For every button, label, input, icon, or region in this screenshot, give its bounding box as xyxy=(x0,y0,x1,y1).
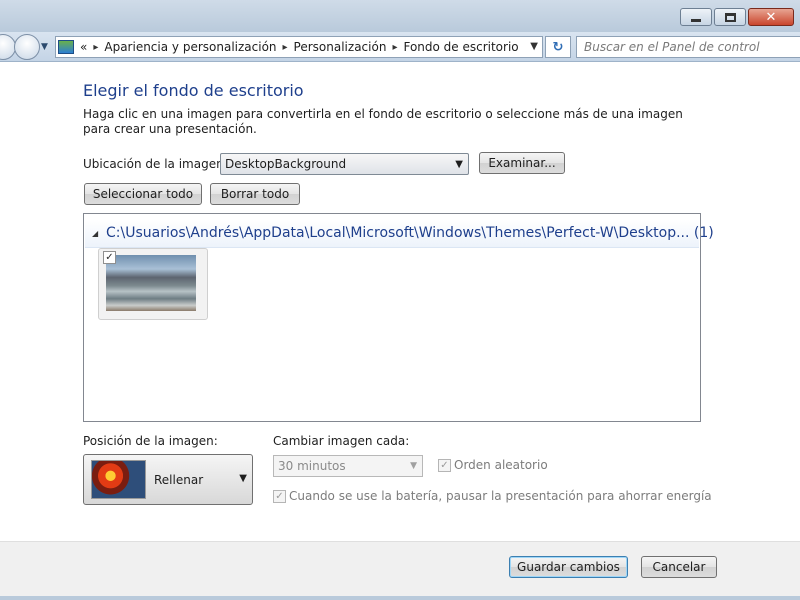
footer-bar: Guardar cambios Cancelar xyxy=(0,541,800,596)
wallpaper-image xyxy=(106,255,196,311)
battery-label: Cuando se use la batería, pausar la pres… xyxy=(289,489,712,503)
location-label: Ubicación de la imagen: xyxy=(83,157,228,171)
browse-button[interactable]: Examinar... xyxy=(479,152,565,174)
location-selected: DesktopBackground xyxy=(225,157,347,171)
refresh-icon: ↻ xyxy=(552,39,564,55)
page-title: Elegir el fondo de escritorio xyxy=(83,81,304,100)
chevron-down-icon: ▼ xyxy=(410,461,417,471)
breadcrumb-overflow[interactable]: « xyxy=(80,40,87,54)
breadcrumb-personalization[interactable]: Personalización xyxy=(294,40,387,54)
breadcrumb-separator-icon: ▸ xyxy=(392,41,398,53)
main-content: Elegir el fondo de escritorio Haga clic … xyxy=(0,63,800,541)
thumbnail-checkbox[interactable]: ✓ xyxy=(103,251,116,264)
wallpaper-thumbnail[interactable]: ✓ xyxy=(98,248,208,320)
breadcrumb: « ▸ Apariencia y personalización ▸ Perso… xyxy=(80,40,519,54)
shuffle-checkbox[interactable]: ✓ Orden aleatorio xyxy=(438,458,548,472)
position-dropdown[interactable]: Rellenar ▼ xyxy=(83,454,253,505)
breadcrumb-separator-icon: ▸ xyxy=(282,41,288,53)
interval-value: 30 minutos xyxy=(278,459,346,473)
group-path: C:\Usuarios\Andrés\AppData\Local\Microso… xyxy=(106,225,714,241)
clear-all-button[interactable]: Borrar todo xyxy=(210,183,300,205)
breadcrumb-desktop-background[interactable]: Fondo de escritorio xyxy=(403,40,518,54)
recent-pages-chevron-icon[interactable]: ▼ xyxy=(41,42,48,52)
fill-preview-icon xyxy=(91,460,146,499)
location-dropdown[interactable]: DesktopBackground ▼ xyxy=(220,153,469,175)
close-icon: ✕ xyxy=(765,9,777,25)
chevron-down-icon: ▼ xyxy=(455,159,463,170)
position-value: Rellenar xyxy=(154,473,204,487)
breadcrumb-appearance[interactable]: Apariencia y personalización xyxy=(104,40,276,54)
shuffle-checkbox-box[interactable]: ✓ xyxy=(438,458,451,472)
interval-dropdown[interactable]: 30 minutos ▼ xyxy=(273,455,423,477)
interval-label: Cambiar imagen cada: xyxy=(273,434,410,448)
control-panel-icon xyxy=(58,40,74,54)
search-input[interactable] xyxy=(577,37,800,57)
image-list[interactable]: ◢ C:\Usuarios\Andrés\AppData\Local\Micro… xyxy=(83,213,714,422)
breadcrumb-separator-icon: ▸ xyxy=(93,41,99,53)
window-bottom-border xyxy=(0,596,800,600)
chevron-down-icon: ▼ xyxy=(239,473,247,484)
forward-button[interactable] xyxy=(14,34,40,60)
address-bar[interactable]: « ▸ Apariencia y personalización ▸ Perso… xyxy=(55,36,543,58)
minimize-icon xyxy=(691,18,701,22)
group-header[interactable]: ◢ C:\Usuarios\Andrés\AppData\Local\Micro… xyxy=(85,220,714,248)
search-box[interactable] xyxy=(576,36,800,58)
title-bar: ✕ xyxy=(0,0,800,32)
maximize-icon xyxy=(724,12,736,22)
navigation-bar: ▼ « ▸ Apariencia y personalización ▸ Per… xyxy=(0,32,800,62)
window-controls: ✕ xyxy=(680,8,794,26)
select-all-button[interactable]: Seleccionar todo xyxy=(84,183,202,205)
cancel-button[interactable]: Cancelar xyxy=(641,556,717,578)
collapse-arrow-icon[interactable]: ◢ xyxy=(92,229,98,238)
save-button[interactable]: Guardar cambios xyxy=(509,556,628,578)
battery-pause-checkbox[interactable]: ✓ Cuando se use la batería, pausar la pr… xyxy=(273,489,712,503)
refresh-button[interactable]: ↻ xyxy=(545,36,571,58)
battery-checkbox-box[interactable]: ✓ xyxy=(273,489,286,503)
address-dropdown-icon[interactable]: ▼ xyxy=(530,41,538,52)
maximize-button[interactable] xyxy=(714,8,746,26)
shuffle-label: Orden aleatorio xyxy=(454,458,548,472)
page-description: Haga clic en una imagen para convertirla… xyxy=(83,107,683,136)
close-button[interactable]: ✕ xyxy=(748,8,794,26)
position-label: Posición de la imagen: xyxy=(83,434,218,448)
minimize-button[interactable] xyxy=(680,8,712,26)
